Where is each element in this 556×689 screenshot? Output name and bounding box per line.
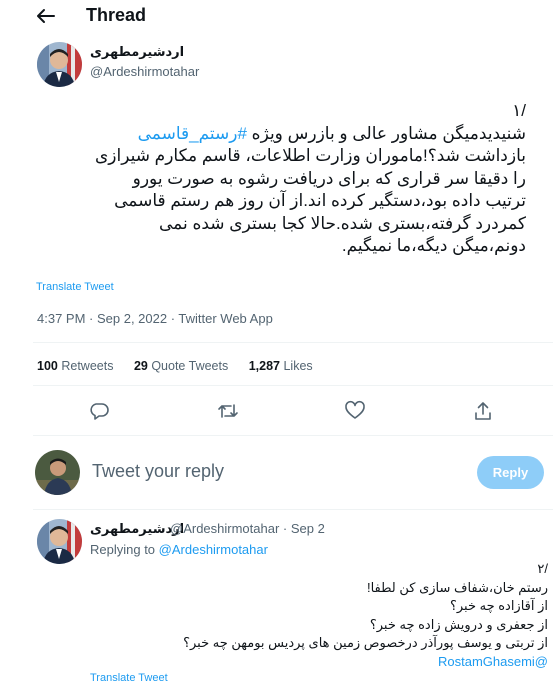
author-name[interactable]: اردشیرمطهری [90, 44, 184, 60]
replying-to-link[interactable]: @Ardeshirmotahar [159, 542, 268, 557]
tweet-text: /۱ شنیدیدمیگن مشاور عالی و بازرس ویژه #ر… [26, 100, 526, 258]
tweet-line: شنیدیدمیگن مشاور عالی و بازرس ویژه #رستم… [137, 123, 526, 143]
page-title: Thread [86, 5, 147, 25]
tweet-line: را دقیقا سر قراری که برای دریافت رشوه به… [132, 168, 526, 188]
like-icon[interactable] [344, 400, 366, 422]
divider [33, 435, 553, 436]
reply-author-handle[interactable]: @Ardeshirmotahar · Sep 2 [170, 521, 325, 536]
likes-stat[interactable]: 1,287 Likes [249, 359, 313, 373]
divider [33, 385, 553, 386]
reply-translate-link[interactable]: Translate Tweet [90, 672, 168, 684]
tweet-line: ترتیب داده بود،دستگیر کرده اند.از آن روز… [114, 191, 526, 210]
tweet-stats: 100 Retweets 29 Quote Tweets 1,287 Likes [37, 359, 330, 373]
thread-header: Thread [0, 0, 556, 32]
reply-input[interactable]: Tweet your reply [92, 461, 224, 482]
hashtag-link[interactable]: #رستم_قاسمی [138, 124, 247, 143]
tweet-line: بازداشت شد؟!ماموران وزارت اطلاعات، قاسم … [94, 146, 526, 165]
reply-author-avatar[interactable] [37, 519, 82, 564]
tweet-line: دونم،میگن دیگه،ما نمیگیم. [341, 236, 526, 255]
reply-button[interactable]: Reply [477, 456, 544, 489]
retweet-icon[interactable] [217, 400, 239, 422]
reply-line: /۲ [537, 561, 548, 576]
current-user-avatar[interactable] [35, 450, 80, 495]
replying-to: Replying to @Ardeshirmotahar [90, 542, 268, 557]
tweet-line: کمردرد گرفته،بستری شده.حالا کجا بستری شد… [159, 213, 526, 233]
tweet-timestamp[interactable]: 4:37 PM · Sep 2, 2022 · Twitter Web App [37, 311, 273, 326]
reply-line: از تربتی و یوسف پورآذر درخصوص زمین های پ… [183, 635, 548, 650]
retweets-stat[interactable]: 100 Retweets [37, 359, 113, 373]
reply-line: رستم خان،شفاف سازی کن لطفا! [366, 579, 548, 595]
translate-tweet-link[interactable]: Translate Tweet [36, 281, 114, 293]
quote-tweets-stat[interactable]: 29 Quote Tweets [134, 359, 228, 373]
divider [33, 342, 553, 343]
divider [33, 509, 553, 510]
tweet-line: /۱ [512, 101, 526, 120]
reply-line: از جعفری و درویش زاده چه خبر؟ [369, 616, 548, 632]
mention-link[interactable]: @RostamGhasemi [78, 653, 548, 672]
share-icon[interactable] [472, 400, 494, 422]
back-arrow-icon[interactable] [34, 6, 58, 26]
reply-icon[interactable] [88, 400, 110, 422]
author-handle[interactable]: @Ardeshirmotahar [90, 64, 199, 79]
reply-line: از آقازاده چه خبر؟ [449, 598, 548, 613]
author-avatar[interactable] [37, 42, 82, 87]
reply-tweet-text: /۲ رستم خان،شفاف سازی کن لطفا! از آقازاد… [78, 560, 548, 671]
